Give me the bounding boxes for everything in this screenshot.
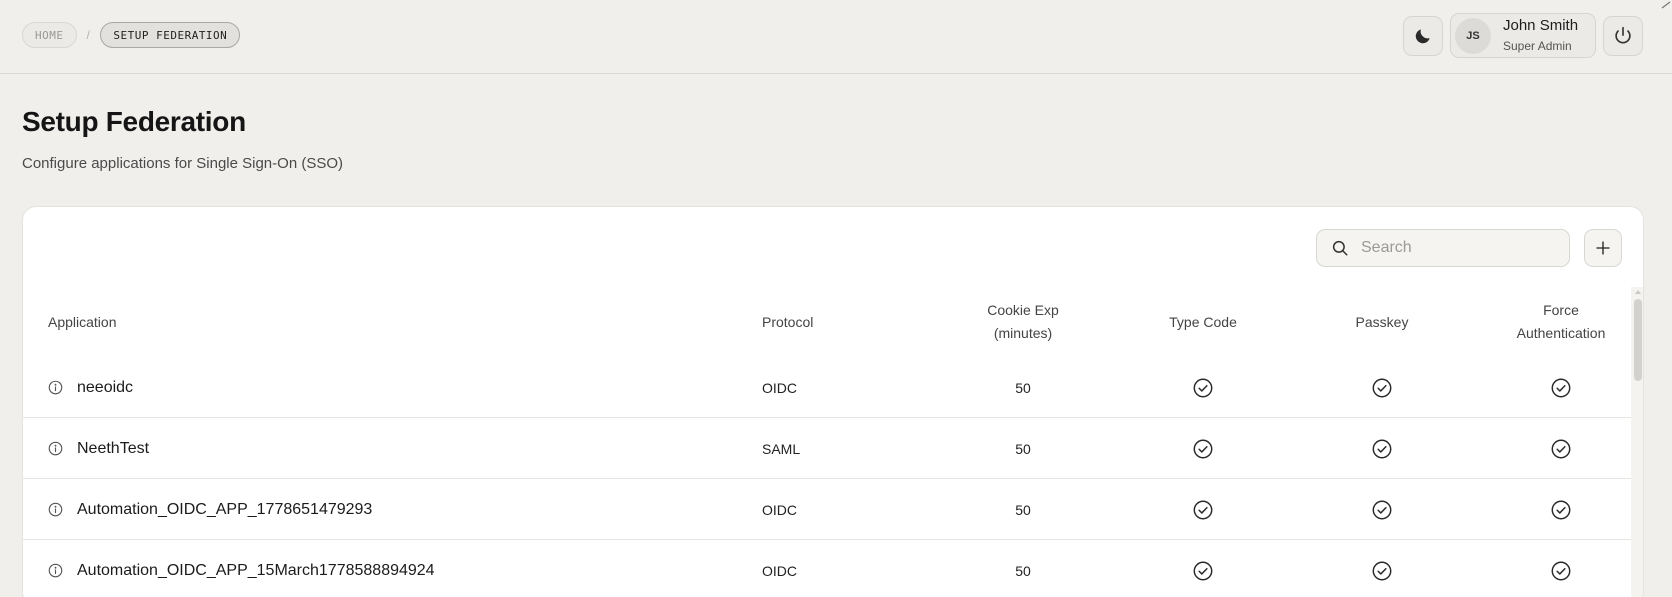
cookie-exp-value: 50: [1015, 501, 1031, 518]
page-subtitle: Configure applications for Single Sign-O…: [22, 155, 343, 172]
cell-protocol: SAML: [762, 418, 882, 479]
header-force-authentication[interactable]: Force Authentication: [1491, 287, 1631, 357]
table-row[interactable]: neeoidc OIDC 50: [23, 357, 1631, 418]
search-icon: [1332, 240, 1348, 256]
check-circle-icon: [1193, 439, 1213, 458]
table-body: neeoidc OIDC 50 NeethTest SAML 50 Automation_O…: [23, 357, 1631, 597]
check-circle-icon: [1551, 561, 1571, 580]
check-circle-icon: [1372, 439, 1392, 458]
protocol-value: OIDC: [762, 501, 797, 518]
cookie-exp-value: 50: [1015, 562, 1031, 579]
cell-cookie-exp: 50: [953, 357, 1093, 418]
info-icon[interactable]: [48, 380, 63, 395]
header-cookie-exp-line2: (minutes): [993, 325, 1053, 341]
cell-protocol: OIDC: [762, 540, 882, 597]
cookie-exp-value: 50: [1015, 379, 1031, 396]
search-box[interactable]: [1316, 229, 1570, 267]
check-circle-icon: [1372, 561, 1392, 580]
breadcrumb-current: SETUP FEDERATION: [100, 22, 241, 48]
table-header: Application Protocol Cookie Exp (minutes…: [23, 287, 1631, 357]
header-force-auth-line2: Authentication: [1516, 325, 1606, 341]
info-button[interactable]: [48, 441, 63, 456]
info-icon[interactable]: [48, 441, 63, 456]
cell-force-authentication: [1491, 418, 1631, 479]
info-icon[interactable]: [48, 502, 63, 517]
breadcrumb: HOME / SETUP FEDERATION: [22, 22, 241, 48]
cell-passkey: [1312, 418, 1452, 479]
plus-icon: [1596, 241, 1610, 255]
cell-cookie-exp: 50: [953, 418, 1093, 479]
cookie-exp-value: 50: [1015, 440, 1031, 457]
page-title: Setup Federation: [22, 106, 246, 137]
header-application[interactable]: Application: [48, 287, 648, 357]
scroll-up-icon[interactable]: [1634, 288, 1642, 296]
cell-application: NeethTest: [48, 418, 648, 479]
breadcrumb-home[interactable]: HOME: [22, 22, 77, 48]
cell-type-code: [1133, 418, 1273, 479]
table-row[interactable]: Automation_OIDC_APP_1778651479293 OIDC 50: [23, 479, 1631, 540]
cell-application: neeoidc: [48, 357, 648, 418]
application-name[interactable]: NeethTest: [77, 440, 149, 458]
info-button[interactable]: [48, 502, 63, 517]
search-input[interactable]: [1361, 239, 1551, 257]
check-circle-icon: [1193, 561, 1213, 580]
info-button[interactable]: [48, 563, 63, 578]
logout-button[interactable]: [1603, 16, 1643, 56]
cell-force-authentication: [1491, 357, 1631, 418]
application-name[interactable]: neeoidc: [77, 379, 133, 397]
check-circle-icon: [1372, 500, 1392, 519]
cell-type-code: [1133, 479, 1273, 540]
protocol-value: OIDC: [762, 562, 797, 579]
cell-cookie-exp: 50: [953, 540, 1093, 597]
cell-type-code: [1133, 540, 1273, 597]
top-bar: HOME / SETUP FEDERATION JS John Smith Su…: [0, 0, 1672, 74]
check-circle-icon: [1551, 378, 1571, 397]
cell-passkey: [1312, 357, 1452, 418]
cell-passkey: [1312, 540, 1452, 597]
protocol-value: SAML: [762, 440, 801, 457]
corner-arrow-icon: [1661, 1, 1671, 9]
breadcrumb-separator: /: [86, 28, 91, 42]
user-menu[interactable]: JS John Smith Super Admin: [1450, 13, 1596, 58]
application-name[interactable]: Automation_OIDC_APP_15March1778588894924: [77, 562, 435, 580]
applications-card: Application Protocol Cookie Exp (minutes…: [22, 206, 1644, 597]
moon-icon: [1415, 29, 1430, 44]
user-info: John Smith Super Admin: [1503, 16, 1578, 55]
cell-passkey: [1312, 479, 1452, 540]
check-circle-icon: [1193, 378, 1213, 397]
info-icon[interactable]: [48, 563, 63, 578]
theme-toggle-button[interactable]: [1403, 16, 1443, 56]
cell-cookie-exp: 50: [953, 479, 1093, 540]
scrollbar-thumb[interactable]: [1634, 299, 1642, 381]
protocol-value: OIDC: [762, 379, 797, 396]
user-name: John Smith: [1503, 17, 1579, 34]
header-cookie-exp[interactable]: Cookie Exp (minutes): [953, 287, 1093, 357]
avatar: JS: [1455, 17, 1491, 54]
user-role: Super Admin: [1503, 39, 1572, 53]
application-name[interactable]: Automation_OIDC_APP_1778651479293: [77, 501, 372, 519]
cell-force-authentication: [1491, 479, 1631, 540]
table-row[interactable]: NeethTest SAML 50: [23, 418, 1631, 479]
cell-application: Automation_OIDC_APP_1778651479293: [48, 479, 648, 540]
cell-force-authentication: [1491, 540, 1631, 597]
header-force-auth-line1: Force: [1543, 302, 1579, 318]
check-circle-icon: [1193, 500, 1213, 519]
info-button[interactable]: [48, 380, 63, 395]
check-circle-icon: [1551, 439, 1571, 458]
cell-type-code: [1133, 357, 1273, 418]
header-passkey[interactable]: Passkey: [1312, 287, 1452, 357]
cell-application: Automation_OIDC_APP_15March1778588894924: [48, 540, 648, 597]
scrollbar[interactable]: [1631, 287, 1643, 597]
power-icon: [1615, 26, 1631, 44]
check-circle-icon: [1551, 500, 1571, 519]
applications-table: Application Protocol Cookie Exp (minutes…: [23, 287, 1631, 597]
header-protocol[interactable]: Protocol: [762, 287, 882, 357]
table-row[interactable]: Automation_OIDC_APP_15March1778588894924…: [23, 540, 1631, 597]
header-type-code[interactable]: Type Code: [1133, 287, 1273, 357]
cell-protocol: OIDC: [762, 357, 882, 418]
check-circle-icon: [1372, 378, 1392, 397]
add-application-button[interactable]: [1584, 229, 1622, 267]
header-cookie-exp-line1: Cookie Exp: [987, 302, 1059, 318]
cell-protocol: OIDC: [762, 479, 882, 540]
